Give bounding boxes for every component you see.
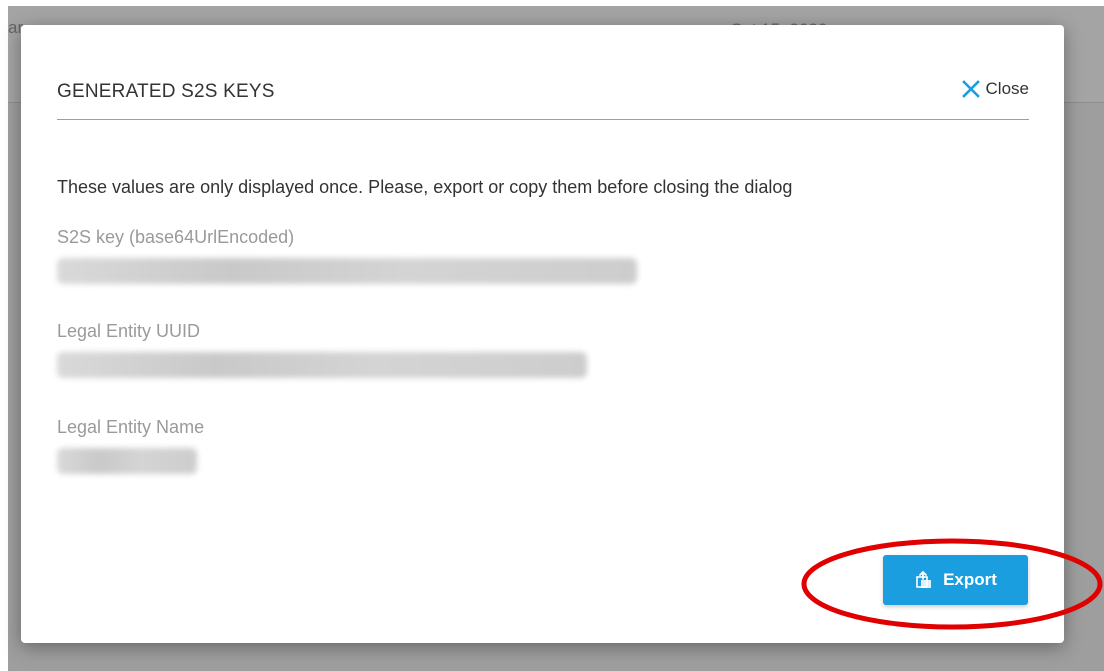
export-icon: [914, 570, 934, 590]
screen: ar Oct 15, 2020 GENERATED S2S KEYS Close…: [0, 0, 1104, 671]
legal-entity-uuid-field: Legal Entity UUID: [57, 321, 587, 378]
dialog-header: GENERATED S2S KEYS Close: [57, 77, 1029, 120]
dialog-notice: These values are only displayed once. Pl…: [57, 177, 793, 197]
legal-entity-uuid-value-redacted: [57, 352, 587, 378]
export-button[interactable]: Export: [883, 555, 1028, 605]
close-button[interactable]: Close: [961, 79, 1029, 99]
dialog-title: GENERATED S2S KEYS: [57, 81, 275, 102]
s2s-key-value-redacted: [57, 258, 637, 284]
close-icon: [961, 79, 981, 99]
generated-keys-dialog: GENERATED S2S KEYS Close These values ar…: [21, 25, 1064, 643]
legal-entity-uuid-label: Legal Entity UUID: [57, 321, 201, 341]
legal-entity-name-label: Legal Entity Name: [57, 417, 205, 437]
legal-entity-name-field: Legal Entity Name: [57, 417, 204, 474]
s2s-key-field: S2S key (base64UrlEncoded): [57, 227, 637, 284]
close-label: Close: [985, 79, 1029, 98]
legal-entity-name-value-redacted: [57, 448, 197, 474]
s2s-key-label: S2S key (base64UrlEncoded): [57, 227, 295, 247]
export-label: Export: [943, 570, 997, 589]
